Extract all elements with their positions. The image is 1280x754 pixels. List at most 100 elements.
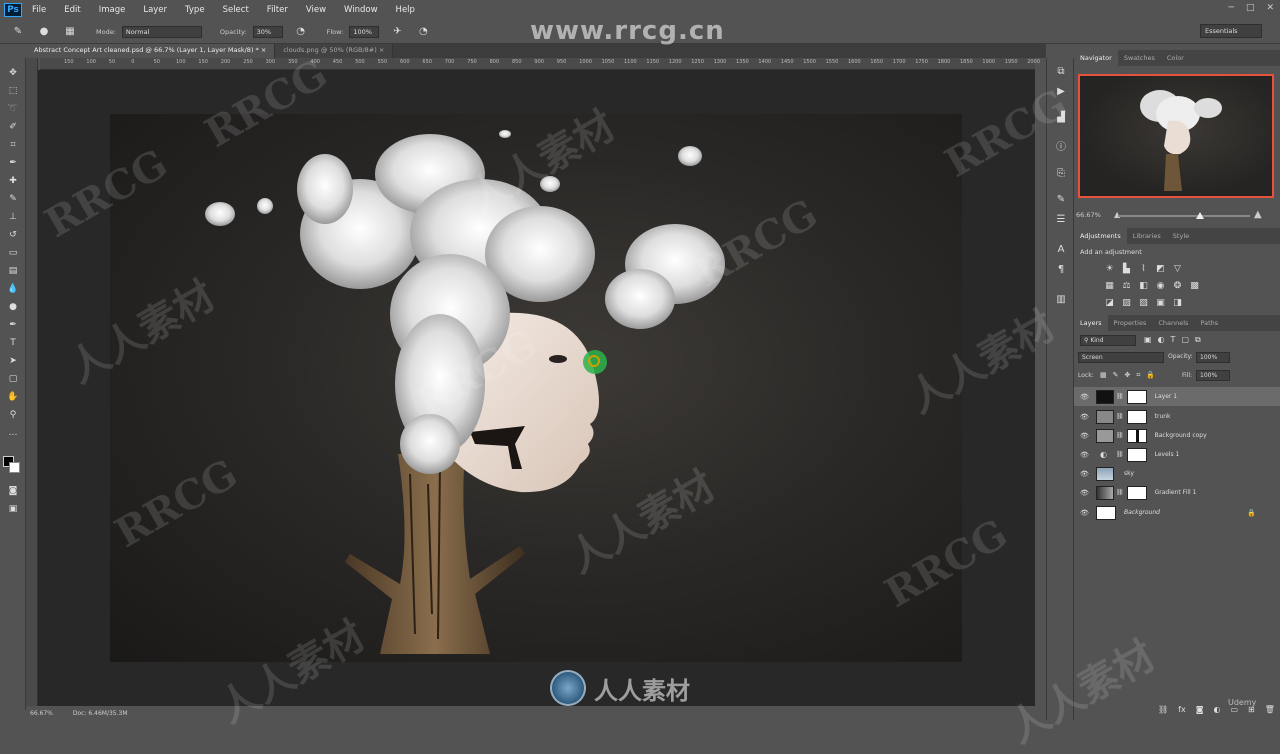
delete-layer-icon[interactable]: 🗑 <box>1265 705 1275 714</box>
navigator-zoom-value[interactable]: 66.67% <box>1076 211 1101 219</box>
link-chain-icon[interactable]: ⛓ <box>1116 432 1124 439</box>
healing-tool-icon[interactable]: ✚ <box>5 174 21 188</box>
pen-tool-icon[interactable]: ✒ <box>5 318 21 332</box>
tab-properties[interactable]: Properties <box>1108 315 1153 331</box>
filter-shape-icon[interactable]: ▢ <box>1181 335 1189 345</box>
hue-saturation-icon[interactable]: ▦ <box>1104 280 1115 291</box>
layer-row-gradient-fill-1[interactable]: 👁 ⛓ Gradient Fill 1 <box>1074 483 1280 502</box>
threshold-icon[interactable]: ▧ <box>1138 297 1149 308</box>
more-tools-icon[interactable]: … <box>5 426 21 440</box>
menu-select[interactable]: Select <box>223 5 249 15</box>
menu-edit[interactable]: Edit <box>64 5 80 15</box>
layer-mask-thumbnail[interactable] <box>1126 485 1147 500</box>
tab-navigator[interactable]: Navigator <box>1074 50 1118 66</box>
lock-paint-icon[interactable]: ✎ <box>1113 371 1119 380</box>
layer-row-sky[interactable]: 👁 sky <box>1074 464 1280 483</box>
menu-image[interactable]: Image <box>99 5 126 15</box>
kind-filter[interactable]: ⚲ Kind <box>1080 335 1136 346</box>
link-chain-icon[interactable]: ⛓ <box>1116 393 1124 400</box>
tab-adjustments[interactable]: Adjustments <box>1074 228 1127 244</box>
layer-row-background-copy[interactable]: 👁 ⛓ Background copy <box>1074 426 1280 445</box>
visibility-eye-icon[interactable]: 👁 <box>1080 413 1090 421</box>
black-white-icon[interactable]: ◧ <box>1138 280 1149 291</box>
tab-channels[interactable]: Channels <box>1152 315 1194 331</box>
gradient-map-icon[interactable]: ◨ <box>1172 297 1183 308</box>
pressure-size-icon[interactable]: ◔ <box>415 24 431 40</box>
menu-file[interactable]: File <box>32 5 46 15</box>
opacity-field[interactable]: 30% <box>252 25 283 38</box>
tool-presets-icon[interactable]: ▥ <box>1054 292 1068 306</box>
layer-name[interactable]: sky <box>1124 470 1134 477</box>
filter-type-icon[interactable]: T <box>1171 335 1176 345</box>
menu-window[interactable]: Window <box>344 5 378 15</box>
type-tool-icon[interactable]: T <box>5 336 21 350</box>
layer-row-layer-1[interactable]: 👁 ⛓ Layer 1 <box>1074 387 1280 406</box>
clone-source-icon[interactable]: ⎘ <box>1054 166 1068 180</box>
lock-all-icon[interactable]: 🔒 <box>1146 371 1155 380</box>
lasso-tool-icon[interactable]: ➰ <box>5 102 21 116</box>
brush-settings-icon[interactable]: ✎ <box>1054 192 1068 206</box>
minimize-icon[interactable]: ─ <box>1229 3 1234 13</box>
character-icon[interactable]: A <box>1054 242 1068 256</box>
visibility-eye-icon[interactable]: 👁 <box>1080 393 1090 401</box>
layer-name[interactable]: trunk <box>1155 413 1171 420</box>
visibility-eye-icon[interactable]: 👁 <box>1080 432 1090 440</box>
layer-mask-thumbnail[interactable] <box>1126 389 1147 404</box>
layer-row-background[interactable]: 👁 Background 🔒 <box>1074 503 1280 522</box>
workspace-select[interactable]: Essentials <box>1200 24 1262 38</box>
path-select-icon[interactable]: ➤ <box>5 354 21 368</box>
tab-abstract-concept[interactable]: Abstract Concept Art cleaned.psd @ 66.7%… <box>26 44 276 58</box>
layer-name[interactable]: Background copy <box>1155 432 1207 439</box>
filter-smart-icon[interactable]: ⧉ <box>1195 335 1201 345</box>
tab-close-icon[interactable]: × <box>261 46 266 54</box>
quick-select-tool-icon[interactable]: ✐ <box>5 120 21 134</box>
brush-panel-icon[interactable]: ▦ <box>62 24 78 40</box>
channel-mixer-icon[interactable]: ❂ <box>1172 280 1183 291</box>
link-layers-icon[interactable]: ⛓ <box>1158 705 1168 714</box>
maximize-icon[interactable]: □ <box>1246 3 1255 13</box>
dodge-tool-icon[interactable]: ● <box>5 300 21 314</box>
menu-view[interactable]: View <box>306 5 326 15</box>
history-icon[interactable]: ⧉ <box>1054 64 1068 78</box>
link-chain-icon[interactable]: ⛓ <box>1116 451 1124 458</box>
layer-style-icon[interactable]: fx <box>1178 705 1186 714</box>
brush-tool-icon[interactable]: ✎ <box>5 192 21 206</box>
invert-icon[interactable]: ◪ <box>1104 297 1115 308</box>
tab-clouds[interactable]: clouds.png @ 50% (RGB/8#) × <box>275 44 394 58</box>
pressure-opacity-icon[interactable]: ◔ <box>293 24 309 40</box>
hand-tool-icon[interactable]: ✋ <box>5 390 21 404</box>
new-adjustment-icon[interactable]: ◐ <box>1213 705 1220 714</box>
link-chain-icon[interactable]: ⛓ <box>1116 489 1124 496</box>
paragraph-icon[interactable]: ¶ <box>1054 262 1068 276</box>
filter-adjustment-icon[interactable]: ◐ <box>1158 335 1165 345</box>
zoom-slider-knob[interactable] <box>1195 212 1204 219</box>
history-brush-icon[interactable]: ↺ <box>5 228 21 242</box>
visibility-eye-icon[interactable]: 👁 <box>1080 509 1090 517</box>
blend-mode-select[interactable]: Screen <box>1078 352 1164 363</box>
lock-pixels-icon[interactable]: ▦ <box>1100 371 1107 380</box>
navigator-thumbnail[interactable] <box>1078 74 1274 198</box>
lock-artboard-icon[interactable]: ⌗ <box>1136 371 1140 380</box>
layer-row-trunk[interactable]: 👁 ⛓ trunk <box>1074 407 1280 426</box>
visibility-eye-icon[interactable]: 👁 <box>1080 470 1090 478</box>
move-tool-icon[interactable]: ✥ <box>5 66 21 80</box>
add-mask-icon[interactable]: ◙ <box>1196 705 1204 714</box>
brightness-icon[interactable]: ☀ <box>1104 263 1115 274</box>
zoom-readout[interactable]: 66.67% <box>30 710 53 717</box>
close-icon[interactable]: ✕ <box>1266 3 1274 13</box>
menu-help[interactable]: Help <box>396 5 415 15</box>
visibility-eye-icon[interactable]: 👁 <box>1080 489 1090 497</box>
marquee-tool-icon[interactable]: ⬚ <box>5 84 21 98</box>
brush-preset-icon[interactable]: ● <box>36 24 52 40</box>
flow-field[interactable]: 100% <box>349 25 380 38</box>
zoom-slider[interactable] <box>1118 212 1250 219</box>
stamp-tool-icon[interactable]: ⊥ <box>5 210 21 224</box>
background-color-swatch[interactable] <box>9 462 20 473</box>
menu-layer[interactable]: Layer <box>143 5 167 15</box>
layer-name[interactable]: Gradient Fill 1 <box>1155 489 1197 496</box>
blur-tool-icon[interactable]: 💧 <box>5 282 21 296</box>
levels-icon[interactable]: ▙ <box>1121 263 1132 274</box>
tab-paths[interactable]: Paths <box>1194 315 1224 331</box>
curves-icon[interactable]: ⌇ <box>1138 263 1149 274</box>
layer-name[interactable]: Background <box>1124 509 1160 516</box>
